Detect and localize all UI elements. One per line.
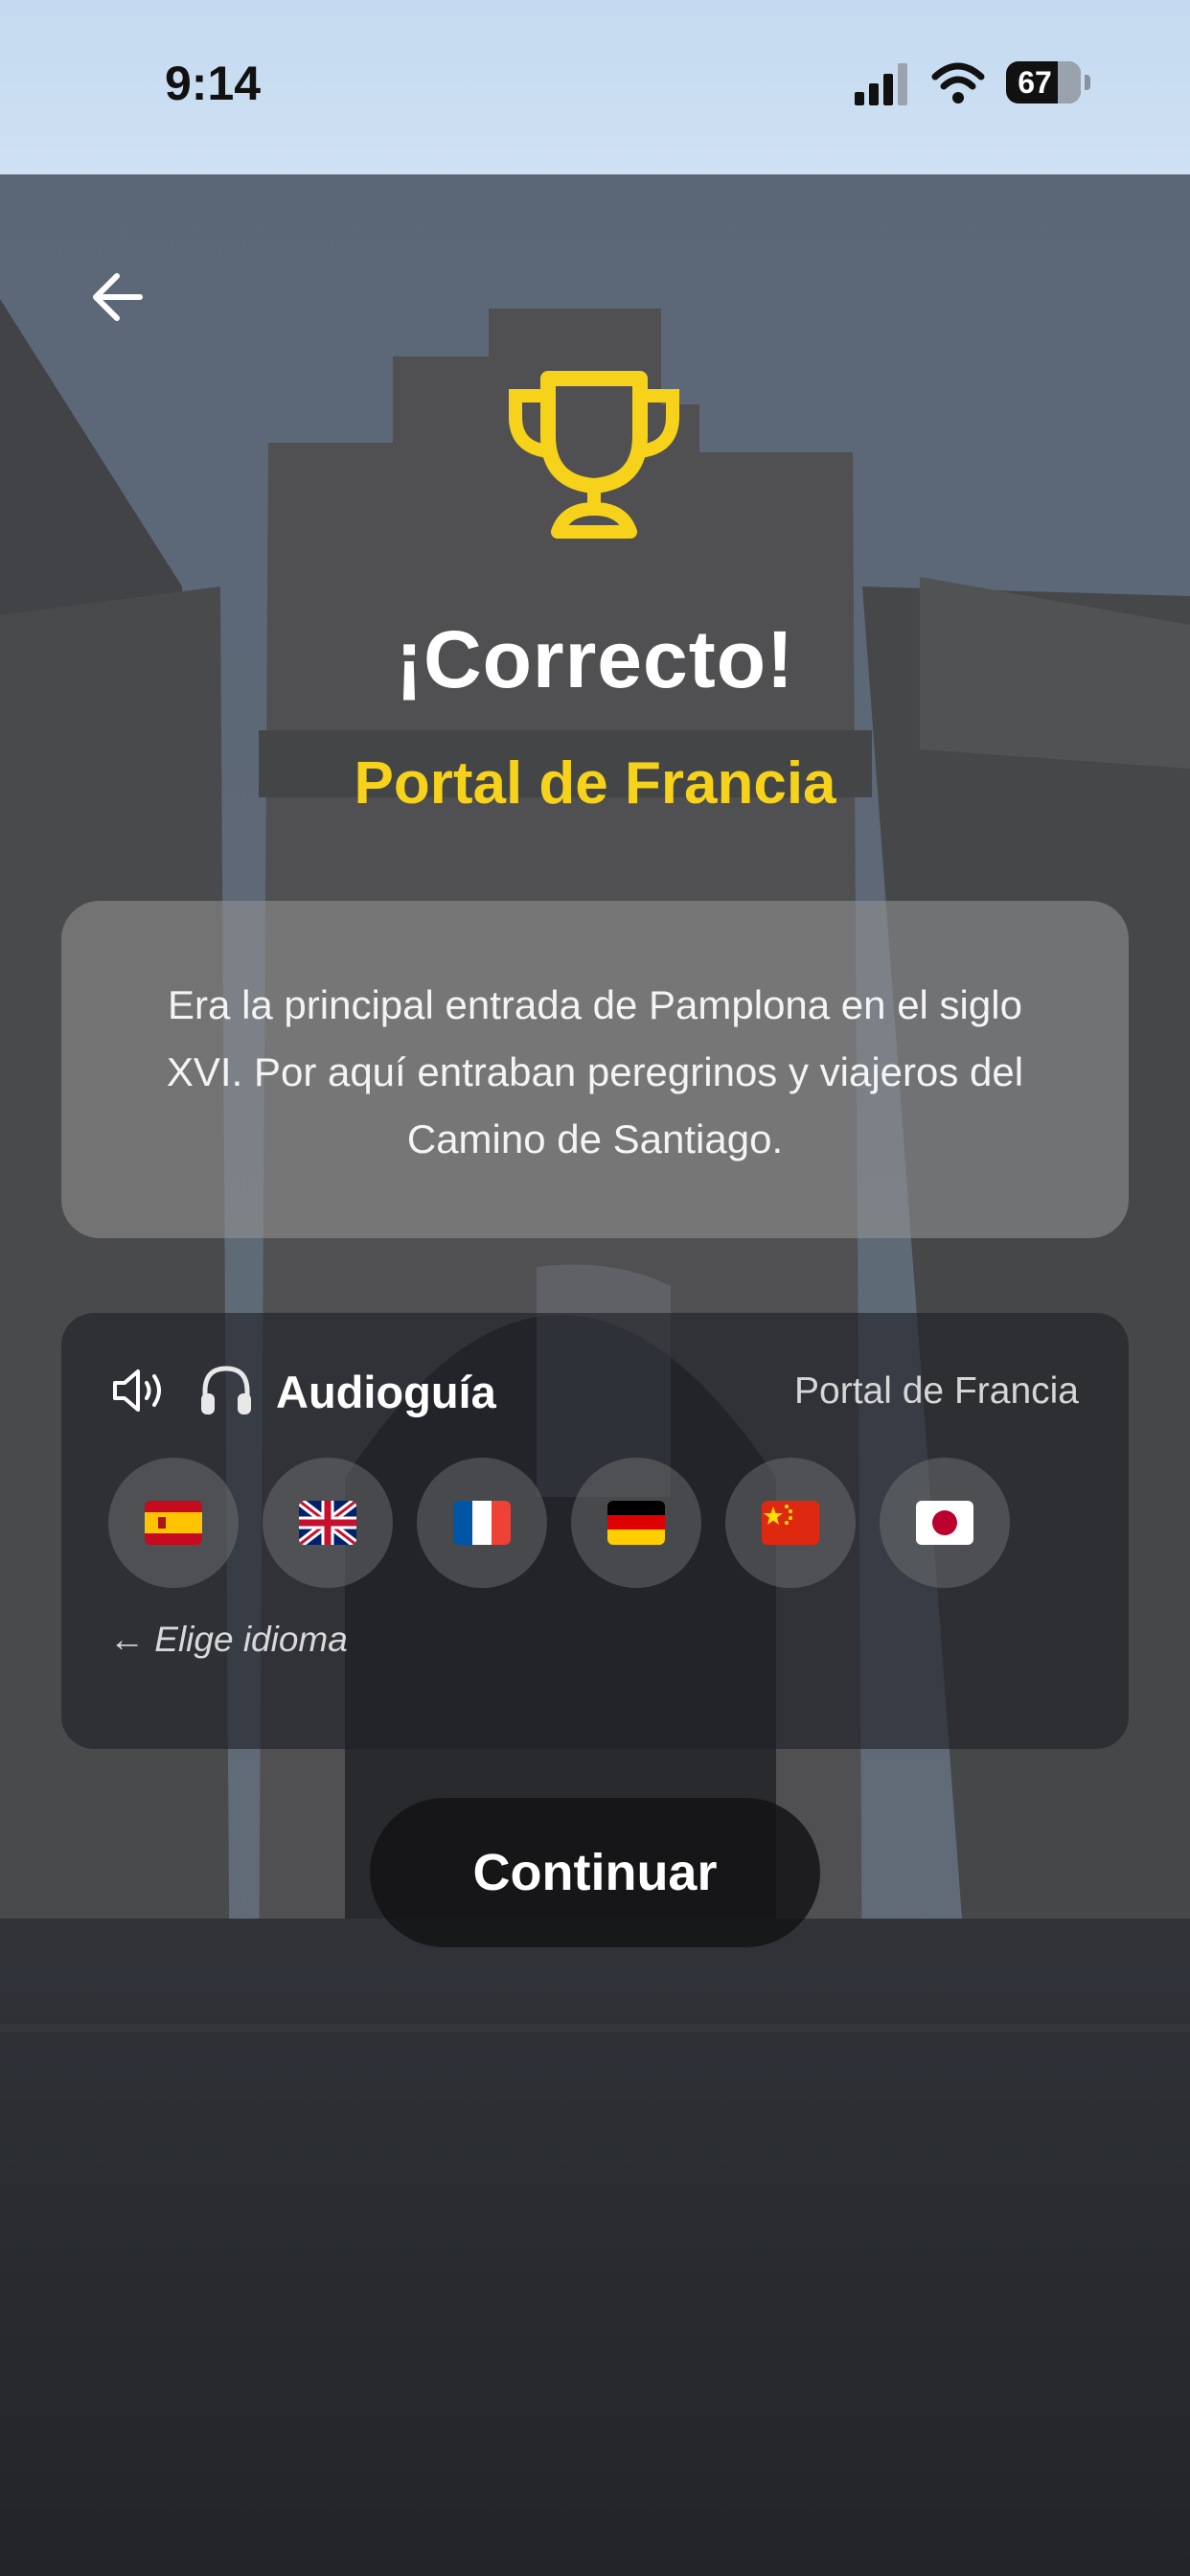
trophy-icon xyxy=(509,371,679,539)
result-title: ¡Correcto! xyxy=(395,614,794,704)
headphones-icon xyxy=(201,1366,251,1414)
status-bar: 9:14 67 xyxy=(0,0,1190,174)
uk-flag-icon xyxy=(299,1501,356,1545)
language-japanese-button[interactable] xyxy=(880,1458,1010,1588)
place-name: Portal de Francia xyxy=(354,750,836,816)
signal-icon xyxy=(855,63,907,105)
continue-button[interactable]: Continuar xyxy=(370,1798,820,1947)
france-flag-icon xyxy=(453,1501,511,1545)
status-time: 9:14 xyxy=(165,57,262,110)
language-german-button[interactable] xyxy=(571,1458,701,1588)
japan-flag-icon xyxy=(916,1501,973,1545)
battery-icon: 67 xyxy=(1006,61,1092,105)
wifi-icon xyxy=(931,62,985,104)
description-text: Era la principal entrada de Pamplona en … xyxy=(166,982,1024,1162)
language-english-button[interactable] xyxy=(263,1458,393,1588)
spain-flag-icon xyxy=(145,1501,202,1545)
germany-flag-icon xyxy=(607,1501,665,1545)
language-chinese-button[interactable] xyxy=(725,1458,856,1588)
speaker-icon[interactable] xyxy=(111,1366,169,1415)
audioguide-location: Portal de Francia xyxy=(794,1370,1079,1412)
language-spanish-button[interactable] xyxy=(108,1458,239,1588)
china-flag-icon xyxy=(762,1501,819,1545)
audioguide-label: Audioguía xyxy=(276,1367,496,1417)
choose-language-hint: ← Elige idioma xyxy=(109,1620,348,1659)
description-card: Era la principal entrada de Pamplona en … xyxy=(61,901,1129,1238)
battery-level: 67 xyxy=(1018,65,1052,100)
back-button[interactable] xyxy=(82,259,159,335)
language-french-button[interactable] xyxy=(417,1458,547,1588)
